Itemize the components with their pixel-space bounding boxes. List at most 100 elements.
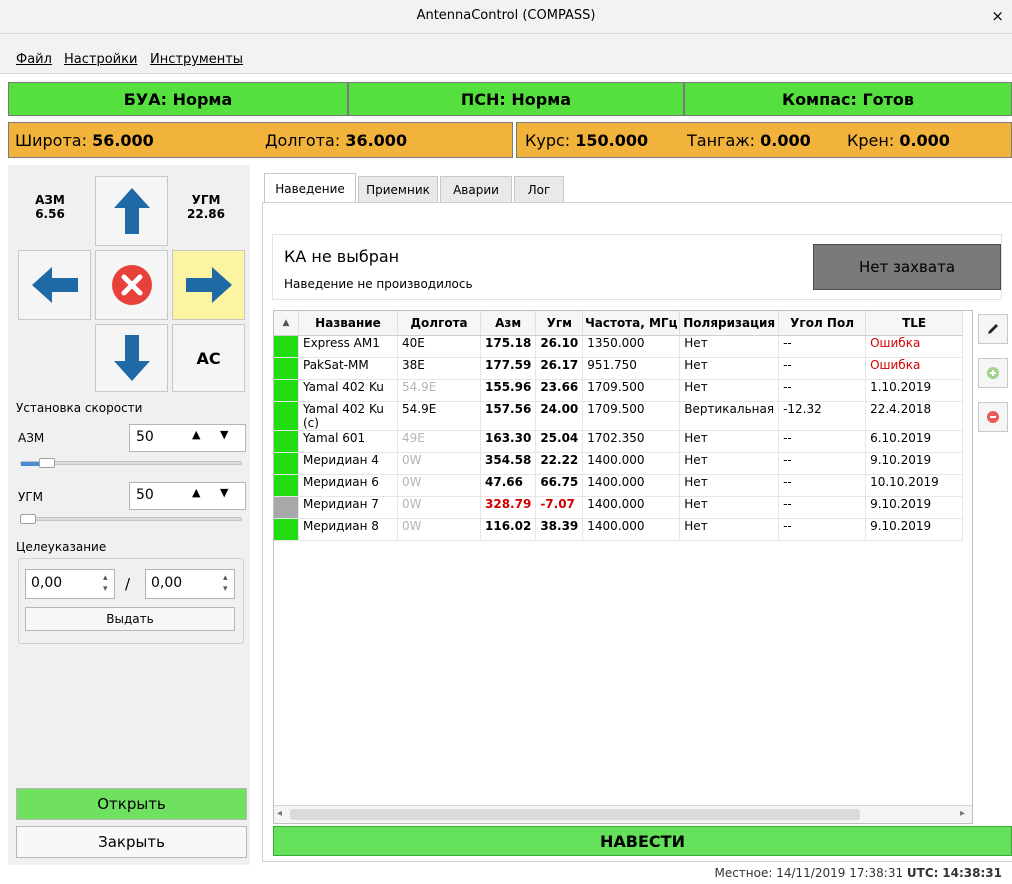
cell-pol-angle: --: [778, 496, 867, 519]
column-header-name[interactable]: Название: [298, 311, 398, 336]
menu-tools[interactable]: Инструменты: [150, 52, 243, 67]
cell-ugm: 24.00: [535, 401, 584, 431]
spin-down-icon[interactable]: ▼: [220, 486, 228, 499]
cell-azm: 328.79: [480, 496, 537, 519]
column-header-polarization[interactable]: Поляризация: [679, 311, 780, 336]
sort-indicator-icon[interactable]: ▲: [274, 311, 299, 336]
table-row[interactable]: Yamal 601 49E 163.30 25.04 1702.350 Нет -- 6.10…: [274, 430, 964, 453]
cell-tle: Ошибка: [865, 335, 964, 358]
scroll-left-icon[interactable]: ◂: [277, 808, 282, 819]
column-header-longitude[interactable]: Долгота: [397, 311, 481, 336]
status-indicator: [274, 335, 299, 358]
spin-down-icon[interactable]: ▼: [220, 428, 228, 441]
down-button[interactable]: [95, 324, 168, 392]
course-label: Курс:: [525, 131, 571, 150]
speed-ugm-slider[interactable]: [20, 517, 242, 521]
pencil-icon: [988, 324, 998, 334]
cell-azm: 157.56: [480, 401, 537, 431]
scrollbar-thumb[interactable]: [290, 809, 860, 820]
cell-frequency: 1350.000: [582, 335, 681, 358]
cell-pol-angle: -12.32: [778, 401, 867, 431]
azm-readout: АЗМ 6.56: [20, 193, 80, 221]
spin-arrows-icon[interactable]: ▴ ▾: [103, 573, 108, 595]
cell-name: Yamal 601: [298, 430, 398, 453]
cell-polarization: Вертикальная: [679, 401, 780, 431]
status-indicator: [274, 474, 299, 497]
column-header-tle[interactable]: TLE: [865, 311, 964, 336]
cell-azm: 116.02: [480, 518, 537, 541]
speed-azm-slider-handle[interactable]: [38, 458, 55, 468]
cell-name: Yamal 402 Ku (c): [298, 401, 398, 431]
table-row[interactable]: Express AM1 40E 175.18 26.10 1350.000 Нет -- Ош…: [274, 335, 964, 358]
speed-ugm-spinbox[interactable]: 50 ▲ ▼: [129, 482, 246, 510]
spin-up-icon[interactable]: ▲: [192, 428, 200, 441]
column-header-pol-angle[interactable]: Угол Пол: [778, 311, 867, 336]
table-row[interactable]: Меридиан 8 0W 116.02 38.39 1400.000 Нет -- 9.10…: [274, 518, 964, 541]
column-header-frequency[interactable]: Частота, МГц: [582, 311, 681, 336]
table-row[interactable]: Меридиан 4 0W 354.58 22.22 1400.000 Нет -- 9.10…: [274, 452, 964, 475]
stop-button[interactable]: [95, 250, 168, 320]
left-button[interactable]: [18, 250, 91, 320]
cell-polarization: Нет: [679, 496, 780, 519]
cell-frequency: 1400.000: [582, 452, 681, 475]
issue-button[interactable]: Выдать: [25, 607, 235, 631]
cell-ugm: -7.07: [535, 496, 584, 519]
open-button[interactable]: Открыть: [16, 788, 247, 820]
up-button[interactable]: [95, 176, 168, 246]
tab-receiver-label: Приемник: [366, 183, 430, 197]
close-button[interactable]: Закрыть: [16, 826, 247, 858]
ugm-value: 22.86: [187, 207, 225, 221]
cell-pol-angle: --: [778, 335, 867, 358]
tab-alarms[interactable]: Аварии: [440, 176, 512, 203]
cell-pol-angle: --: [778, 452, 867, 475]
menu-file[interactable]: Файл: [16, 52, 52, 67]
ugm-label: УГМ: [191, 193, 221, 207]
speed-azm-spinbox[interactable]: 50 ▲ ▼: [129, 424, 246, 452]
pointing-info: КА не выбран Наведение не производилось …: [272, 234, 1002, 300]
cell-ugm: 25.04: [535, 430, 584, 453]
table-row[interactable]: Yamal 402 Ku (c) 54.9E 157.56 24.00 1709.500…: [274, 401, 964, 431]
spin-arrows-icon[interactable]: ▴ ▾: [223, 573, 228, 595]
bua-status-text: БУА: Норма: [123, 89, 233, 109]
speed-ugm-label: УГМ: [18, 490, 43, 504]
status-indicator: [274, 401, 299, 431]
attitude-bar: Курс: 150.000 Тангаж: 0.000 Крен: 0.000: [516, 122, 1012, 158]
point-button[interactable]: НАВЕСТИ: [273, 826, 1012, 856]
utc-time: 14:38:31: [942, 866, 1002, 880]
column-header-ugm[interactable]: Угм: [535, 311, 584, 336]
speed-ugm-slider-handle[interactable]: [20, 514, 36, 524]
horizontal-scrollbar[interactable]: ◂ ▸: [274, 805, 972, 823]
ac-button[interactable]: AC: [172, 324, 245, 392]
table-row[interactable]: Меридиан 6 0W 47.66 66.75 1400.000 Нет -- 10.10…: [274, 474, 964, 497]
cell-ugm: 66.75: [535, 474, 584, 497]
tab-pointing[interactable]: Наведение: [264, 173, 356, 203]
position-bar: Широта: 56.000 Долгота: 36.000: [8, 122, 513, 158]
scroll-right-icon[interactable]: ▸: [960, 808, 965, 819]
remove-button[interactable]: [978, 402, 1008, 432]
column-header-azm[interactable]: Азм: [480, 311, 537, 336]
menu-settings[interactable]: Настройки: [64, 52, 137, 67]
table-row[interactable]: Меридиан 7 0W 328.79 -7.07 1400.000 Нет -- 9.10…: [274, 496, 964, 519]
table-row[interactable]: Yamal 402 Ku 54.9E 155.96 23.66 1709.500 Нет -…: [274, 379, 964, 402]
target-ugm-input[interactable]: 0,00 ▴ ▾: [145, 569, 235, 599]
target-group: 0,00 ▴ ▾ / 0,00 ▴ ▾ Выдать: [18, 558, 244, 644]
cell-ugm: 26.10: [535, 335, 584, 358]
psn-status: ПСН: Норма: [348, 82, 684, 116]
target-ugm-value: 0,00: [151, 575, 183, 591]
ugm-readout: УГМ 22.86: [176, 193, 236, 221]
table-row[interactable]: PakSat-MM 38E 177.59 26.17 951.750 Нет -- Ошибк…: [274, 357, 964, 380]
tab-receiver[interactable]: Приемник: [358, 176, 438, 203]
edit-button[interactable]: [978, 314, 1008, 344]
azm-label: АЗМ: [35, 193, 65, 207]
spin-up-icon[interactable]: ▲: [192, 486, 200, 499]
target-azm-input[interactable]: 0,00 ▴ ▾: [25, 569, 115, 599]
arrow-up-icon: [113, 188, 150, 234]
right-button[interactable]: [172, 250, 245, 320]
longitude: Долгота: 36.000: [265, 131, 407, 150]
tab-log[interactable]: Лог: [514, 176, 564, 203]
cell-longitude: 54.9E: [397, 401, 481, 431]
add-button[interactable]: [978, 358, 1008, 388]
cell-frequency: 1709.500: [582, 379, 681, 402]
close-icon[interactable]: ×: [991, 7, 1004, 25]
speed-title: Установка скорости: [16, 401, 143, 415]
